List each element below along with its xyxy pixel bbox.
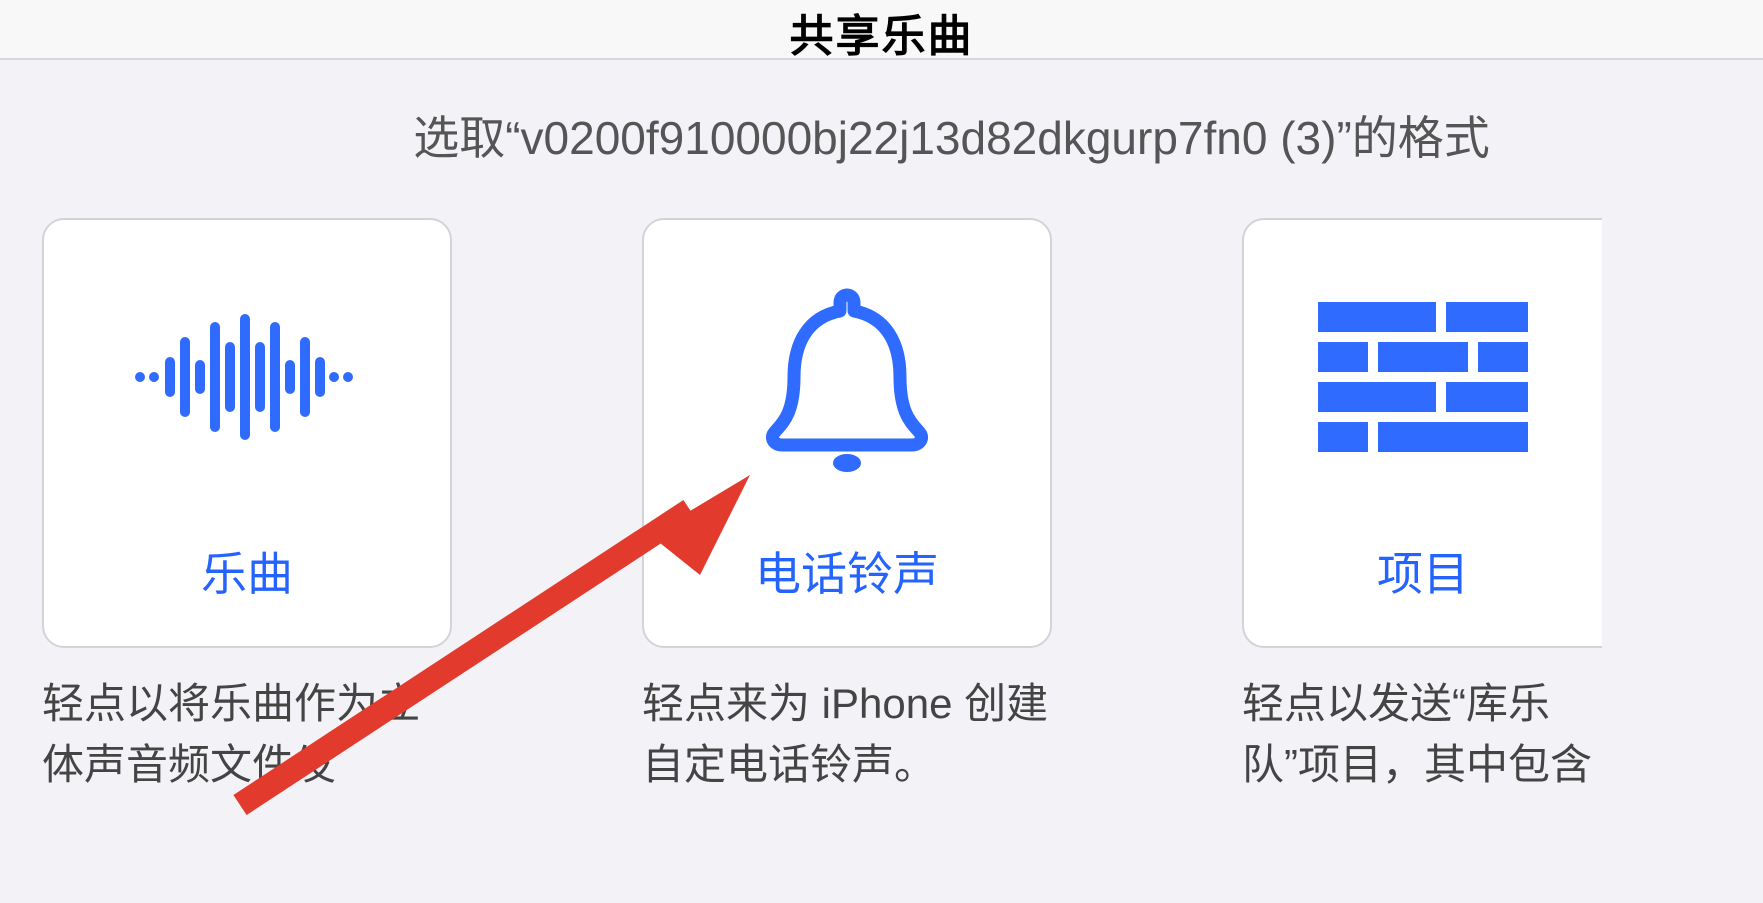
ringtone-option-desc: 轻点来为 iPhone 创建自定电话铃声。 [642,674,1052,796]
format-options-row: 乐曲 轻点以将乐曲作为立体声音频文件发 电话铃声 轻点来为 iPhone 创建自… [36,218,1727,796]
song-option-desc: 轻点以将乐曲作为立体声音频文件发 [42,674,452,796]
song-option-wrap: 乐曲 轻点以将乐曲作为立体声音频文件发 [42,218,452,796]
project-option-card[interactable]: 项目 [1242,218,1602,648]
ringtone-option-label: 电话铃声 [755,538,939,604]
song-option-label: 乐曲 [201,538,293,604]
ringtone-option-wrap: 电话铃声 轻点来为 iPhone 创建自定电话铃声。 [642,218,1052,796]
project-option-desc: 轻点以发送“库乐队”项目，其中包含 [1242,674,1602,796]
ringtone-option-card[interactable]: 电话铃声 [642,218,1052,648]
bricks-icon [1268,244,1578,510]
waveform-icon [68,244,426,510]
bell-icon [668,244,1026,510]
song-option-card[interactable]: 乐曲 [42,218,452,648]
content-area: 选取“v0200f910000bj22j13d82dkgurp7fn0 (3)”… [0,60,1763,796]
project-option-label: 项目 [1377,538,1469,604]
header: 共享乐曲 [0,0,1763,60]
project-option-wrap: 项目 轻点以发送“库乐队”项目，其中包含 [1242,218,1602,796]
page-title: 共享乐曲 [790,0,974,64]
format-instruction: 选取“v0200f910000bj22j13d82dkgurp7fn0 (3)”… [216,102,1687,168]
